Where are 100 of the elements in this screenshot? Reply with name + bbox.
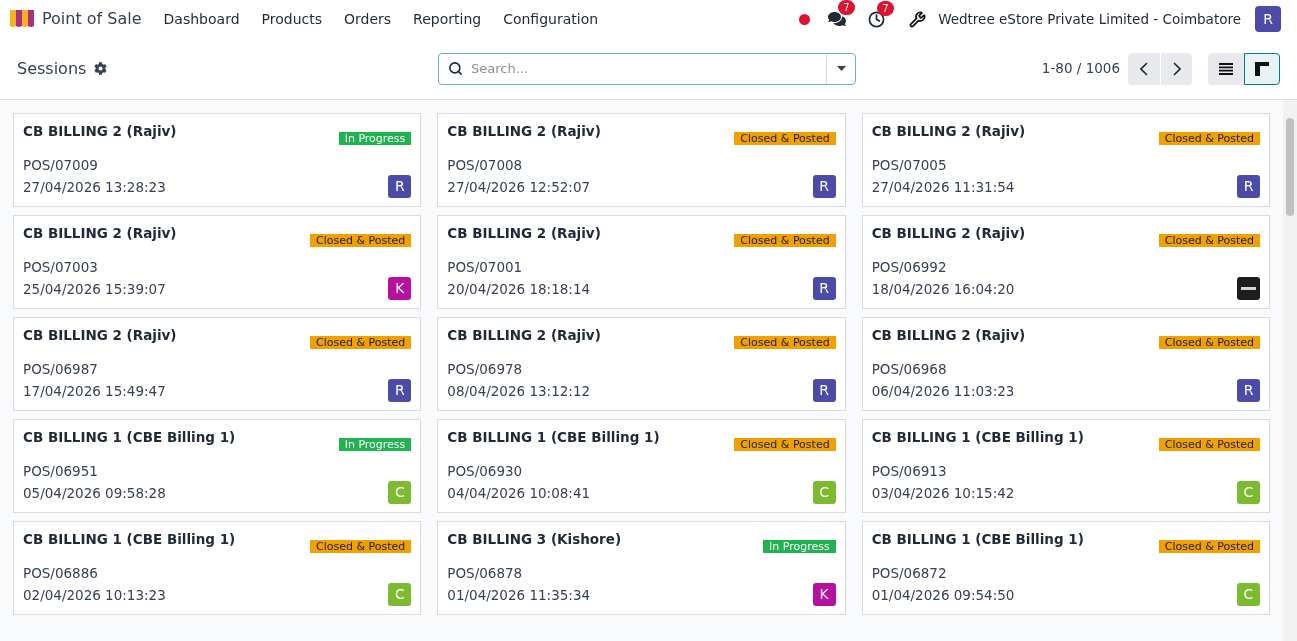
session-reference: POS/07005: [871, 156, 948, 175]
session-card[interactable]: CB BILLING 1 (CBE Billing 1) In Progress POS/06951 05/04/2026 09:58:28 C: [13, 419, 422, 513]
status-badge: Closed & Posted: [1158, 234, 1260, 247]
session-card[interactable]: CB BILLING 2 (Rajiv) Closed & Posted POS/06968 06/04/2026 11:03:23 R: [861, 317, 1270, 411]
session-title: CB BILLING 2 (Rajiv): [23, 224, 177, 243]
session-date: 27/04/2026 13:28:23: [23, 177, 166, 197]
list-icon: [1219, 62, 1233, 75]
session-reference: POS/07001: [447, 258, 524, 277]
chevron-right-icon: [1172, 61, 1181, 76]
messages-icon[interactable]: [828, 10, 847, 28]
session-title: CB BILLING 2 (Rajiv): [447, 326, 601, 345]
clock-icon[interactable]: [868, 10, 886, 28]
session-date: 27/04/2026 12:52:07: [447, 177, 591, 197]
session-title: CB BILLING 1 (CBE Billing 1): [23, 530, 236, 549]
pager-value[interactable]: 1-80 / 1006: [1041, 58, 1120, 79]
session-reference: POS/07003: [23, 258, 99, 277]
session-date: 05/04/2026 09:58:28: [23, 483, 166, 503]
session-card[interactable]: CB BILLING 1 (CBE Billing 1) Closed & Posted POS/06872 01/04/2026 09:54:50 C: [861, 521, 1270, 615]
session-date: 01/04/2026 09:54:50: [871, 585, 1015, 605]
session-title: CB BILLING 1 (CBE Billing 1): [447, 428, 660, 447]
menu-item[interactable]: Orders: [344, 8, 392, 30]
user-avatar: R: [1237, 379, 1260, 403]
session-card[interactable]: CB BILLING 2 (Rajiv) Closed & Posted POS/07001 20/04/2026 18:18:14 R: [437, 215, 846, 309]
status-badge: Closed & Posted: [734, 336, 836, 349]
status-badge: Closed & Posted: [1158, 540, 1260, 553]
menu-item[interactable]: Dashboard: [163, 8, 240, 30]
user-avatar: C: [1237, 583, 1260, 607]
user-avatar: C: [388, 583, 412, 607]
awning-logo-icon[interactable]: [10, 10, 34, 28]
user-avatar: C: [388, 481, 412, 505]
scrollbar[interactable]: [1283, 100, 1297, 641]
list-view-button[interactable]: [1208, 52, 1244, 85]
page-title: Sessions: [17, 57, 87, 80]
session-reference: POS/06992: [871, 258, 948, 277]
session-card[interactable]: CB BILLING 1 (CBE Billing 1) Closed & Posted POS/06886 02/04/2026 10:13:23 C: [13, 521, 422, 615]
session-title: CB BILLING 3 (Kishore): [447, 530, 622, 549]
user-avatar: K: [812, 583, 836, 607]
session-date: 04/04/2026 10:08:41: [447, 483, 591, 503]
company-name[interactable]: Wedtree eStore Private Limited - Coimbatore: [938, 8, 1241, 30]
status-badge: Closed & Posted: [310, 336, 412, 349]
session-date: 18/04/2026 16:04:20: [871, 279, 1015, 299]
session-card[interactable]: CB BILLING 2 (Rajiv) Closed & Posted POS/06978 08/04/2026 13:12:12 R: [437, 317, 846, 411]
menu-item[interactable]: Reporting: [413, 8, 482, 30]
kanban-icon: [1255, 61, 1269, 76]
session-reference: POS/06886: [23, 564, 99, 583]
next-button[interactable]: [1160, 52, 1192, 85]
chevron-left-icon: [1140, 61, 1148, 76]
session-card[interactable]: CB BILLING 3 (Kishore) In Progress POS/06878 01/04/2026 11:35:34 K: [437, 521, 846, 615]
session-reference: POS/06951: [23, 462, 99, 481]
session-card[interactable]: CB BILLING 1 (CBE Billing 1) Closed & Posted POS/06913 03/04/2026 10:15:42 C: [861, 419, 1270, 513]
session-title: CB BILLING 2 (Rajiv): [447, 122, 601, 141]
status-badge: In Progress: [338, 438, 412, 451]
status-badge: Closed & Posted: [310, 540, 412, 553]
user-avatar: K: [388, 277, 412, 301]
user-avatar: R: [812, 379, 836, 403]
session-date: 03/04/2026 10:15:42: [871, 483, 1015, 503]
app-name[interactable]: Point of Sale: [42, 7, 142, 31]
session-reference: POS/06878: [447, 564, 524, 583]
session-date: 17/04/2026 15:49:47: [23, 381, 166, 401]
status-badge: Closed & Posted: [1158, 132, 1260, 145]
session-reference: POS/06978: [447, 360, 524, 379]
search-icon: [448, 61, 463, 76]
user-avatar: R: [1237, 175, 1260, 199]
session-title: CB BILLING 2 (Rajiv): [23, 122, 177, 141]
session-title: CB BILLING 2 (Rajiv): [871, 224, 1026, 243]
session-card[interactable]: CB BILLING 2 (Rajiv) In Progress POS/07009 27/04/2026 13:28:23 R: [13, 113, 422, 207]
session-card[interactable]: CB BILLING 2 (Rajiv) Closed & Posted POS/07003 25/04/2026 15:39:07 K: [13, 215, 422, 309]
session-card[interactable]: CB BILLING 2 (Rajiv) Closed & Posted POS/06992 18/04/2026 16:04:20: [861, 215, 1270, 309]
search-bar[interactable]: Search...: [438, 52, 856, 85]
session-title: CB BILLING 1 (CBE Billing 1): [871, 530, 1084, 549]
session-date: 02/04/2026 10:13:23: [23, 585, 166, 605]
session-reference: POS/07009: [23, 156, 99, 175]
previous-button[interactable]: [1128, 52, 1160, 85]
user-avatar[interactable]: R: [1255, 6, 1281, 32]
search-input[interactable]: Search...: [471, 58, 826, 79]
session-card[interactable]: CB BILLING 1 (CBE Billing 1) Closed & Posted POS/06930 04/04/2026 10:08:41 C: [437, 419, 846, 513]
menu-item[interactable]: Products: [261, 8, 322, 30]
session-card[interactable]: CB BILLING 2 (Rajiv) Closed & Posted POS/07005 27/04/2026 11:31:54 R: [861, 113, 1270, 207]
session-date: 27/04/2026 11:31:54: [871, 177, 1015, 197]
menu-item[interactable]: Configuration: [503, 8, 599, 30]
status-badge: Closed & Posted: [734, 132, 836, 145]
kanban-view-button[interactable]: [1244, 52, 1280, 85]
session-title: CB BILLING 2 (Rajiv): [447, 224, 601, 243]
settings-icon[interactable]: [94, 62, 108, 75]
user-avatar: C: [812, 481, 836, 505]
session-date: 08/04/2026 13:12:12: [447, 381, 591, 401]
session-date: 20/04/2026 18:18:14: [447, 279, 591, 299]
tools-icon[interactable]: [909, 10, 927, 28]
user-avatar: C: [1237, 481, 1260, 505]
session-title: CB BILLING 1 (CBE Billing 1): [23, 428, 236, 447]
session-reference: POS/06913: [871, 462, 948, 481]
session-date: 06/04/2026 11:03:23: [871, 381, 1015, 401]
session-title: CB BILLING 2 (Rajiv): [23, 326, 177, 345]
status-badge: Closed & Posted: [310, 234, 412, 247]
session-card[interactable]: CB BILLING 2 (Rajiv) Closed & Posted POS/06987 17/04/2026 15:49:47 R: [13, 317, 422, 411]
status-badge: Closed & Posted: [1158, 438, 1260, 451]
user-avatar: R: [812, 175, 836, 199]
session-title: CB BILLING 1 (CBE Billing 1): [871, 428, 1084, 447]
status-badge: Closed & Posted: [734, 438, 836, 451]
session-card[interactable]: CB BILLING 2 (Rajiv) Closed & Posted POS/07008 27/04/2026 12:52:07 R: [437, 113, 846, 207]
